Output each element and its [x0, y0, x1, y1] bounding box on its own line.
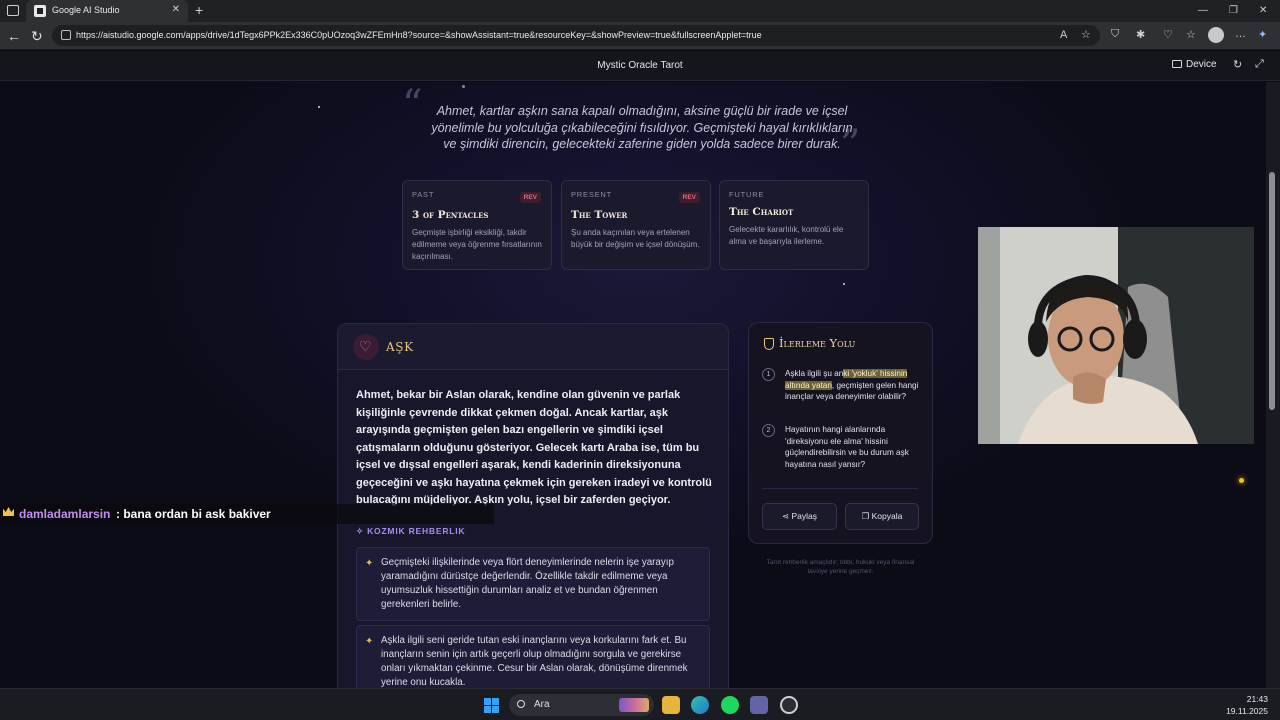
windows-start-icon[interactable]: [484, 698, 499, 713]
tab-actions-icon[interactable]: [7, 5, 19, 16]
browser-essentials-icon[interactable]: ♡: [1163, 28, 1173, 41]
disclaimer-text: Tarot rehberlik amaçlıdır; tıbbi, hukuki…: [766, 559, 915, 575]
favorites-icon[interactable]: ☆: [1186, 28, 1196, 41]
step-question: Aşkla ilgili şu anki 'yokluk' hissinin a…: [785, 368, 923, 403]
favorite-star-icon[interactable]: ☆: [1081, 28, 1091, 41]
guidance-item: ✦ Geçmişteki ilişkilerinde veya flört de…: [356, 547, 710, 621]
star-decoration: [843, 283, 845, 285]
extension-shield-icon[interactable]: ⛉: [1111, 28, 1119, 41]
fullscreen-icon[interactable]: ⤢: [1255, 58, 1264, 71]
tab-title: Google AI Studio: [52, 5, 120, 15]
card-name: 3 of Pentacles: [412, 209, 489, 221]
device-button[interactable]: Device: [1172, 59, 1217, 70]
site-info-icon[interactable]: [61, 30, 71, 40]
step-text: Hayatının hangi alanlarında 'direksiyonu…: [785, 425, 909, 469]
device-label: Device: [1186, 59, 1217, 70]
star-decoration: [462, 85, 465, 88]
back-icon[interactable]: ←: [7, 28, 21, 44]
taskbar-search[interactable]: Ara: [509, 694, 654, 716]
extension-puzzle-icon[interactable]: ✱: [1136, 28, 1145, 41]
card-name: The Tower: [571, 209, 628, 221]
app-icon[interactable]: [780, 696, 798, 714]
card-past[interactable]: PAST REV 3 of Pentacles Geçmişte işbirli…: [402, 180, 552, 270]
more-menu-icon[interactable]: …: [1235, 28, 1246, 40]
profile-avatar[interactable]: [1208, 27, 1224, 43]
webcam-overlay: [978, 227, 1254, 444]
search-highlight-image: [619, 698, 649, 712]
card-position: PRESENT: [571, 190, 613, 199]
search-placeholder: Ara: [534, 699, 550, 710]
progress-title: İlerleme Yolu: [779, 336, 856, 350]
card-name: The Chariot: [729, 206, 794, 218]
share-button[interactable]: ⋖ Paylaş: [762, 503, 837, 530]
teams-icon[interactable]: [750, 696, 768, 714]
app-header: Mystic Oracle Tarot Device ↻ ⤢: [0, 51, 1280, 81]
card-description: Gelecekte kararlılık, kontrolü ele alma …: [729, 225, 844, 246]
card-description: Geçmişte işbirliği eksikliği, takdir edi…: [412, 228, 542, 261]
refresh-preview-icon[interactable]: ↻: [1233, 58, 1242, 71]
chat-username: damladamlarsin: [19, 507, 111, 521]
windows-taskbar: Ara 21:43 19.11.2025: [0, 688, 1280, 720]
love-reading-text: Ahmet, bekar bir Aslan olarak, kendine o…: [356, 389, 712, 506]
open-quote-icon: “: [402, 82, 423, 128]
search-icon: [517, 700, 525, 708]
step-text-start: Aşkla ilgili şu an: [785, 369, 844, 378]
card-present[interactable]: PRESENT REV The Tower Şu anda kaçınılan …: [561, 180, 711, 270]
reversed-badge: REV: [678, 192, 700, 203]
ai-studio-favicon-icon: [34, 5, 46, 17]
cosmic-guidance-label: KOZMIK REHBERLIK: [367, 526, 466, 536]
love-title: AŞK: [386, 340, 414, 354]
card-description: Şu anda kaçınılan veya ertelenen büyük b…: [571, 228, 700, 249]
copy-label: Kopyala: [871, 511, 903, 521]
star-decoration: [318, 106, 320, 108]
card-future[interactable]: FUTURE The Chariot Gelecekte kararlılık,…: [719, 180, 869, 270]
window-close-icon[interactable]: ✕: [1259, 5, 1267, 16]
file-explorer-icon[interactable]: [662, 696, 680, 714]
edge-browser-icon[interactable]: [691, 696, 709, 714]
copilot-icon[interactable]: ✦: [1258, 28, 1267, 41]
reading-summary-quote: Ahmet, kartlar aşkın sana kapalı olmadığ…: [431, 104, 853, 151]
sparkle-icon: ✧: [356, 526, 368, 536]
cosmic-guidance-heading: ✧ KOZMIK REHBERLIK: [356, 526, 465, 537]
heart-icon: ♡: [353, 334, 379, 360]
chat-message-text: : bana ordan bi ask bakiver: [116, 507, 271, 521]
guidance-text: Geçmişteki ilişkilerinde veya flört dene…: [381, 557, 674, 610]
crown-icon: [3, 507, 14, 516]
clock-date[interactable]: 19.11.2025: [1210, 706, 1268, 716]
shield-icon: [764, 338, 774, 350]
indicator-dot: [1239, 478, 1244, 483]
copy-button[interactable]: ❐ Kopyala: [845, 503, 919, 530]
browser-tab-strip: Google AI Studio ✕ + — ❐ ✕: [0, 0, 1280, 22]
star-bullet-icon: ✦: [365, 636, 374, 647]
love-header: ♡ AŞK: [338, 324, 728, 370]
tab-close-icon[interactable]: ✕: [172, 4, 180, 15]
step-number: 2: [762, 424, 775, 437]
translate-icon[interactable]: A: [1060, 29, 1067, 41]
url-text: https://aistudio.google.com/apps/drive/1…: [76, 30, 762, 40]
step-question: Hayatının hangi alanlarında 'direksiyonu…: [785, 424, 923, 470]
divider: [762, 488, 918, 489]
guidance-text: Aşkla ilgili seni geride tutan eski inan…: [381, 635, 688, 688]
card-position: FUTURE: [729, 190, 765, 199]
new-tab-button[interactable]: +: [195, 2, 203, 18]
copy-icon: ❐: [861, 511, 872, 521]
spotify-icon[interactable]: [721, 696, 739, 714]
reversed-badge: REV: [519, 192, 541, 203]
reload-icon[interactable]: ↻: [31, 28, 43, 45]
share-label: Paylaş: [791, 511, 817, 521]
address-bar: ← ↻ https://aistudio.google.com/apps/dri…: [0, 22, 1280, 50]
app-title: Mystic Oracle Tarot: [597, 60, 683, 71]
star-bullet-icon: ✦: [365, 558, 374, 569]
step-number: 1: [762, 368, 775, 381]
tab-google-ai-studio[interactable]: Google AI Studio ✕: [26, 0, 188, 22]
maximize-icon[interactable]: ❐: [1229, 5, 1238, 16]
minimize-icon[interactable]: —: [1198, 5, 1208, 16]
streamer-webcam-image: [978, 227, 1254, 444]
scrollbar-thumb[interactable]: [1269, 172, 1275, 410]
clock-time[interactable]: 21:43: [1220, 694, 1268, 704]
url-field[interactable]: https://aistudio.google.com/apps/drive/1…: [52, 25, 1100, 46]
card-position: PAST: [412, 190, 435, 199]
monitor-icon: [1172, 60, 1182, 68]
